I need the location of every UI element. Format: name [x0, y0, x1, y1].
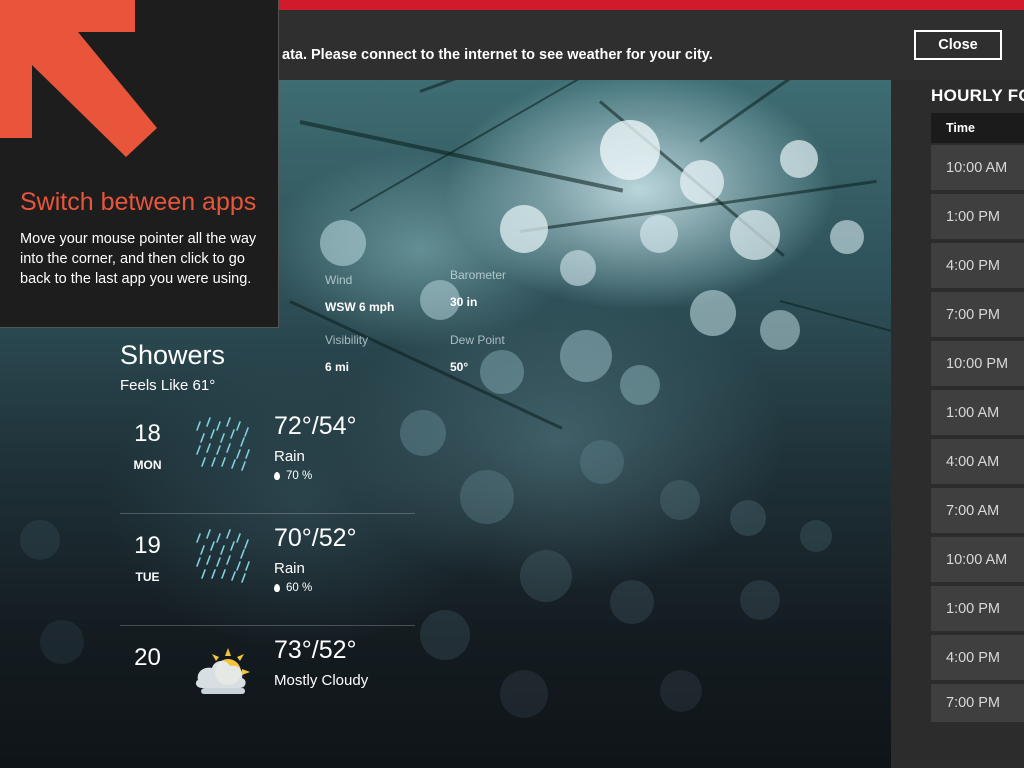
- close-button[interactable]: Close: [914, 30, 1002, 60]
- day-temps: 70°/52°: [274, 524, 357, 552]
- precip-chance: 60 %: [274, 582, 312, 594]
- dew-point-label: Dew Point: [450, 333, 505, 347]
- hourly-column-header: Time: [931, 113, 1024, 143]
- forecast-day[interactable]: 19 TUE 70°/52° Rain 60 %: [120, 514, 415, 626]
- precip-chance: 70 %: [274, 470, 312, 482]
- current-condition: Showers: [120, 340, 226, 370]
- hourly-row[interactable]: 7:00 AM: [931, 488, 1024, 533]
- hourly-row[interactable]: 4:00 PM: [931, 243, 1024, 288]
- day-temps: 73°/52°: [274, 636, 357, 664]
- feels-like: Feels Like 61°: [120, 377, 216, 394]
- rain-icon: [196, 417, 250, 471]
- day-description: Rain: [274, 560, 305, 577]
- hourly-row[interactable]: 4:00 AM: [931, 439, 1024, 484]
- day-number: 20: [134, 644, 161, 671]
- mostly-cloudy-icon: [195, 648, 250, 694]
- day-weekday: TUE: [135, 570, 160, 584]
- hourly-row[interactable]: 10:00 PM: [931, 341, 1024, 386]
- hourly-row[interactable]: 1:00 AM: [931, 390, 1024, 435]
- day-number: 18: [134, 420, 161, 447]
- hourly-row[interactable]: 7:00 PM: [931, 292, 1024, 337]
- visibility-label: Visibility: [325, 333, 369, 347]
- offline-message: ata. Please connect to the internet to s…: [282, 47, 713, 63]
- forecast-day[interactable]: 18 MON 72°/54° Rain 70 %: [120, 402, 415, 514]
- visibility-value: 6 mi: [325, 360, 350, 374]
- day-description: Mostly Cloudy: [274, 672, 369, 689]
- day-description: Rain: [274, 448, 305, 465]
- day-temps: 72°/54°: [274, 412, 357, 440]
- barometer-value: 30 in: [450, 295, 478, 309]
- wind-label: Wind: [325, 273, 353, 287]
- barometer-label: Barometer: [450, 268, 507, 282]
- hourly-row[interactable]: 4:00 PM: [931, 635, 1024, 680]
- dew-point-value: 50°: [450, 360, 469, 374]
- hourly-row[interactable]: 1:00 PM: [931, 586, 1024, 631]
- switch-apps-tip: Switch between apps Move your mouse poin…: [0, 0, 279, 328]
- arrow-up-left-icon: [0, 0, 157, 157]
- day-weekday: MON: [133, 458, 162, 472]
- hourly-row[interactable]: 10:00 AM: [931, 537, 1024, 582]
- raindrop-icon: [274, 472, 280, 480]
- hourly-row[interactable]: 1:00 PM: [931, 194, 1024, 239]
- hourly-row[interactable]: 10:00 AM: [931, 145, 1024, 190]
- tip-body: Move your mouse pointer all the way into…: [20, 231, 257, 287]
- wind-value: WSW 6 mph: [325, 300, 395, 314]
- forecast-day[interactable]: 20 73°/52° Mostly Cloudy: [120, 626, 415, 738]
- tip-title: Switch between apps: [20, 188, 257, 216]
- hourly-row[interactable]: 7:00 PM: [931, 684, 1024, 722]
- hourly-forecast-panel: HOURLY FO Time 10:00 AM 1:00 PM 4:00 PM …: [891, 80, 1024, 768]
- rain-icon: [196, 529, 250, 583]
- raindrop-icon: [274, 584, 280, 592]
- day-number: 19: [134, 532, 161, 559]
- hourly-title: HOURLY FO: [931, 86, 1024, 105]
